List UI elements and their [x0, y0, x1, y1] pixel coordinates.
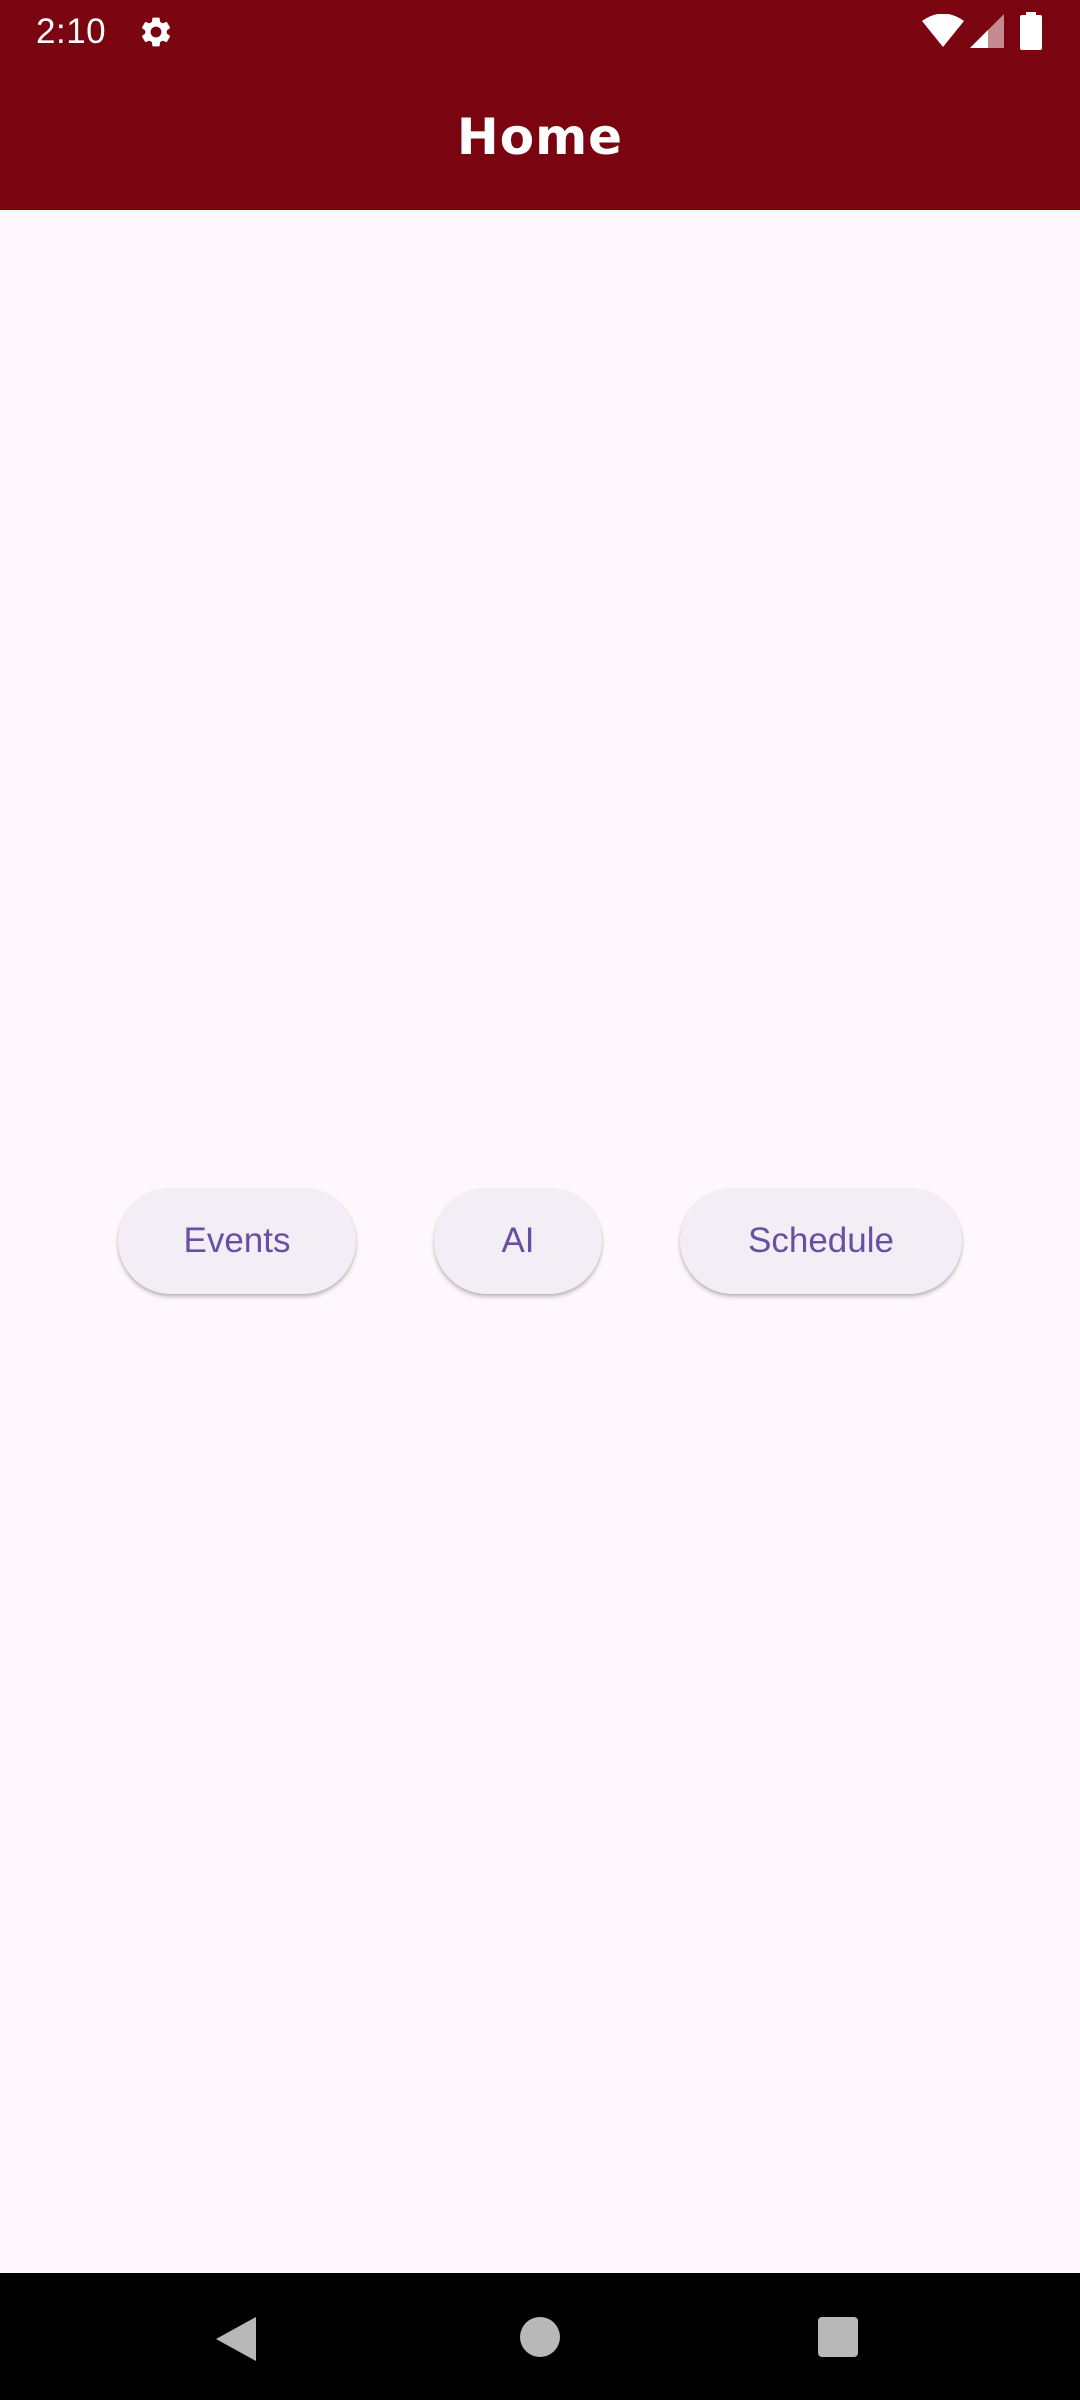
gear-icon	[142, 17, 171, 47]
battery-icon	[1020, 12, 1042, 50]
cell-signal-icon	[970, 14, 1004, 48]
screen: 2:10 Home Events AI Schedule	[0, 0, 1080, 2400]
events-button[interactable]: Events	[118, 1188, 356, 1294]
wifi-icon	[922, 14, 964, 47]
app-bar: Home	[0, 64, 1080, 210]
home-icon[interactable]	[520, 2317, 560, 2357]
status-time: 2:10	[36, 12, 107, 51]
system-nav-bar	[0, 2273, 1080, 2400]
top-bar-area: 2:10 Home	[0, 0, 1080, 210]
back-icon[interactable]	[216, 2317, 258, 2361]
status-bar: 2:10	[0, 0, 1080, 64]
ai-button[interactable]: AI	[434, 1188, 602, 1294]
schedule-button[interactable]: Schedule	[680, 1188, 962, 1294]
page-title: Home	[456, 108, 624, 166]
recents-icon[interactable]	[818, 2317, 858, 2357]
